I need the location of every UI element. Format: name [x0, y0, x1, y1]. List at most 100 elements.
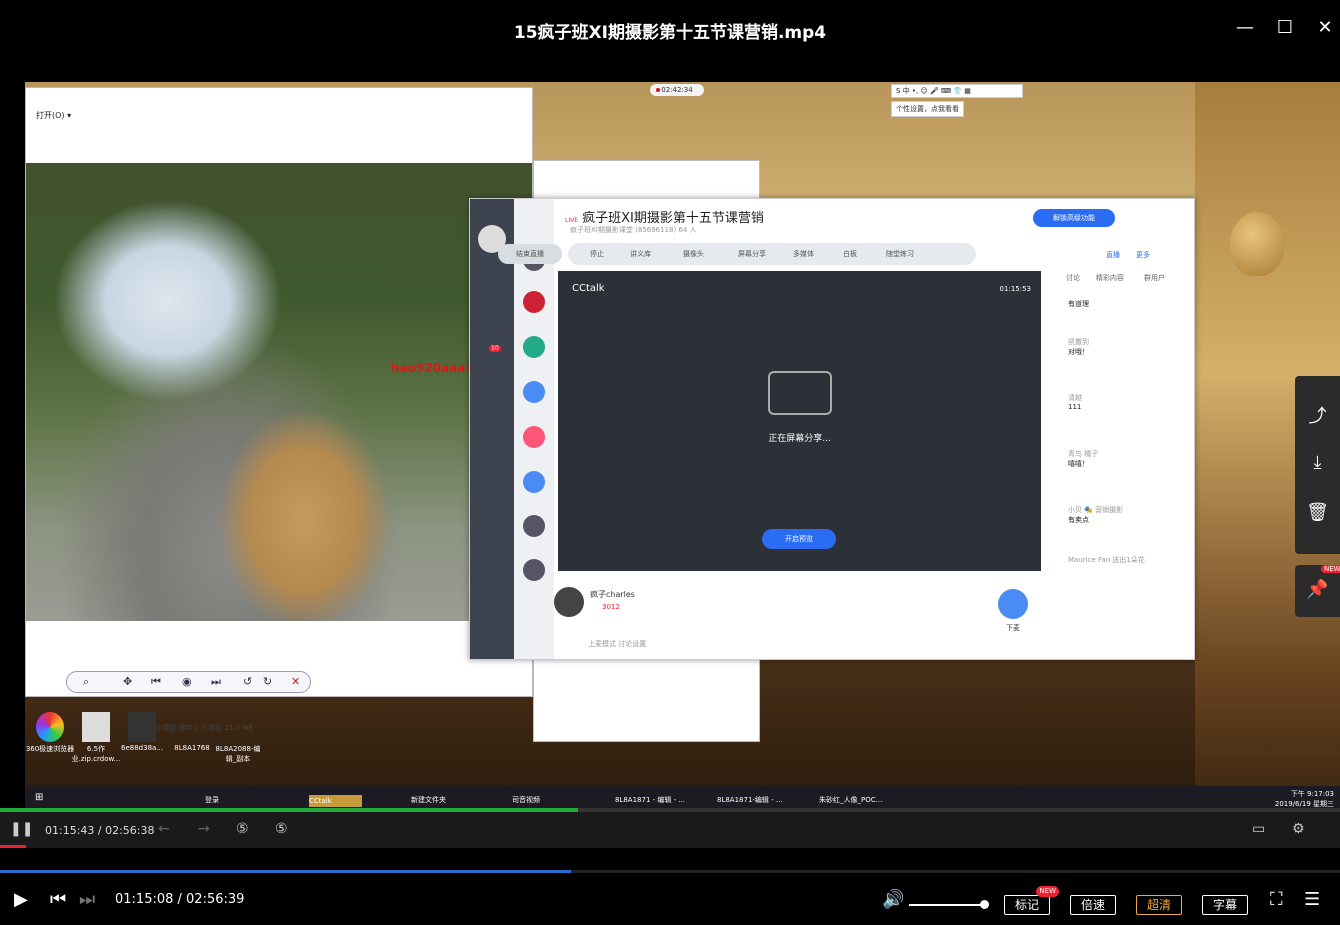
chat-message: 有道理 [1068, 300, 1089, 308]
tab-highlights[interactable]: 精彩内容 [1096, 273, 1124, 283]
cctalk-window: 10 LIVE 疯子班XI期摄影第十五节课营销 疯子班XI期摄影课堂 (8569… [469, 198, 1195, 660]
desktop-icon: 8L8A2088-编辑_副本 [215, 745, 261, 763]
settings-icon[interactable]: ⚙ [1292, 821, 1305, 837]
pause-icon[interactable]: ❚❚ [10, 821, 33, 837]
live-subtitle: 疯子班XI期摄影课堂 (85696118) 64 人 [570, 226, 697, 234]
ime-tooltip: 个性设置，点我看看 [891, 101, 964, 117]
zoom-icon: ⌕ [83, 675, 90, 688]
taskbar-item: 司音视频 [512, 796, 540, 804]
balloon-image [1230, 212, 1284, 276]
ime-toolbar: S 中 •, ☺ 🎤 ⌨ 👕 ▦ [891, 84, 1023, 98]
rotate-right-icon: ↻ [263, 675, 273, 688]
photo-viewer-window: 打开(O) ▾ hao920aaa1 ⌕ ✥ ⏮ ◉ ⏭ ↺ ↻ ✕ [25, 87, 533, 697]
forward-icon[interactable]: → [198, 821, 210, 837]
slideshow-icon: ◉ [182, 675, 192, 688]
video-frame[interactable]: 02:42:34 S 中 •, ☺ 🎤 ⌨ 👕 ▦ 个性设置，点我看看 打开(O… [25, 82, 1340, 812]
tab-members[interactable]: 群用户 [1144, 273, 1165, 283]
end-live-button[interactable]: 结束直播 [498, 244, 562, 264]
live-title: LIVE 疯子班XI期摄影第十五节课营销 [565, 211, 764, 226]
viewer-toolbar: ⌕ ✥ ⏮ ◉ ⏭ ↺ ↻ ✕ [66, 671, 311, 693]
next-icon: ⏭ [211, 675, 221, 688]
fullscreen-icon[interactable]: ⛶ [1270, 889, 1283, 910]
taskbar-item: 朱砂红_人像_POC... [819, 796, 883, 804]
bottom-tools: 上麦模式 讨论设置 [588, 640, 647, 648]
play-icon[interactable]: ▶ [14, 889, 28, 910]
avatar [554, 587, 584, 617]
live-toolbar: 结束直播 停止 讲义库 摄像头 屏幕分享 多媒体 白板 随堂练习 [498, 243, 976, 265]
share-icon[interactable]: ⤴ [1295, 402, 1340, 428]
mark-button[interactable]: 标记 NEW [1004, 886, 1059, 915]
rewind-5-icon[interactable]: ⑤ [236, 821, 249, 837]
multimedia-button[interactable]: 多媒体 [793, 249, 814, 259]
taskbar-item: 8L8A1871 - 编辑 - ... [615, 796, 686, 804]
next-icon[interactable]: ⏭ [79, 889, 95, 910]
minimize-button[interactable]: — [1233, 16, 1257, 40]
new-badge: NEW [1036, 886, 1059, 897]
desktop-icon: 6e88d38a... [117, 712, 167, 752]
cctalk-sidebar: 10 [470, 199, 514, 659]
volume-icon[interactable]: 🔊 [882, 889, 904, 910]
delete-icon[interactable]: 🗑 [1295, 502, 1340, 523]
time-display: 01:15:08 / 02:56:39 [115, 892, 245, 907]
rotate-left-icon: ↺ [243, 675, 253, 688]
gift-message: Maurice Fan 送出1朵花 [1068, 556, 1145, 564]
chat-message: 凯撒到 对哦！ [1068, 338, 1089, 356]
taskbar-item: 新建文件夹 [411, 796, 446, 804]
taskbar-item: 登录 [205, 796, 219, 804]
system-clock: 下午 9:17:03 2019/6/19 星期三 [1274, 790, 1334, 808]
tab-live[interactable]: 直播 [1106, 250, 1120, 260]
host-name: 疯子charles [590, 590, 635, 599]
speed-button[interactable]: 倍速 [1070, 895, 1116, 915]
prev-icon: ⏮ [151, 675, 161, 688]
cctalk-brand: CCtalk [572, 283, 605, 294]
quality-button[interactable]: 超清 [1136, 895, 1182, 915]
screen-icon[interactable]: ▭ [1252, 821, 1265, 837]
avatar [523, 515, 545, 537]
video-player: 15疯子班XI期摄影第十五节课营销.mp4 — ☐ ✕ 02:42:34 S 中… [0, 0, 1340, 925]
tab-more[interactable]: 更多 [1136, 250, 1150, 260]
taskbar-item: CCtalk [309, 795, 362, 807]
desktop-icon: 8L8A1768 [174, 744, 210, 752]
chat-message: 小贝 🎭 营销摄影 有卖点 [1068, 506, 1124, 524]
player-controls: ▶ ⏮ ⏭ 01:15:08 / 02:56:39 🔊 标记 NEW 倍速 超清 … [0, 873, 1340, 925]
delete-icon: ✕ [291, 675, 301, 688]
stop-button[interactable]: 停止 [590, 249, 604, 259]
recording-timer: 02:42:34 [650, 84, 704, 96]
previous-icon[interactable]: ⏮ [50, 889, 66, 910]
avatar [523, 381, 545, 403]
desktop-icon: 360极速浏览器 [25, 712, 75, 754]
preview-button[interactable]: 开启预览 [762, 529, 836, 549]
desktop-icon: 6.5作业.zip.crdow... [71, 712, 121, 764]
handout-button[interactable]: 讲义库 [630, 249, 651, 259]
pin-button[interactable]: NEW 📌 [1295, 565, 1340, 617]
tab-discussion[interactable]: 讨论 [1066, 273, 1080, 283]
maximize-button[interactable]: ☐ [1273, 16, 1297, 40]
host-flowers: 3012 [602, 603, 620, 611]
quiz-button[interactable]: 随堂练习 [886, 249, 914, 259]
volume-slider[interactable] [909, 900, 989, 909]
subtitle-button[interactable]: 字幕 [1202, 895, 1248, 915]
forward-5-icon[interactable]: ⑤ [275, 821, 288, 837]
close-button[interactable]: ✕ [1313, 16, 1337, 40]
screen-share-button[interactable]: 屏幕分享 [738, 249, 766, 259]
mic-label: 下麦 [1006, 624, 1020, 632]
avatar [523, 291, 545, 313]
screen-share-stage: CCtalk 01:15:53 正在屏幕分享... 开启预览 [558, 271, 1041, 571]
back-icon[interactable]: ← [158, 821, 170, 837]
progress-marker [0, 845, 26, 848]
playlist-icon[interactable]: ☰ [1304, 889, 1320, 910]
upgrade-button[interactable]: 解锁高级功能 [1033, 209, 1115, 227]
open-menu: 打开(O) ▾ [36, 111, 72, 120]
sharing-status: 正在屏幕分享... [768, 434, 831, 444]
fit-icon: ✥ [123, 675, 133, 688]
watermark-text: hao920aaa1 [391, 361, 474, 375]
desktop-icons: 360极速浏览器 6.5作业.zip.crdow... 6e88d38a... … [25, 712, 285, 772]
camera-button[interactable]: 摄像头 [683, 249, 704, 259]
download-icon[interactable]: ⤓ [1295, 452, 1340, 473]
live-timer: 01:15:53 [999, 285, 1031, 293]
whiteboard-button[interactable]: 白板 [843, 249, 857, 259]
mic-button[interactable] [998, 589, 1028, 619]
start-icon: ⊞ [35, 792, 44, 803]
portrait-photo: hao920aaa1 [26, 163, 532, 621]
conversation-list [514, 199, 554, 659]
